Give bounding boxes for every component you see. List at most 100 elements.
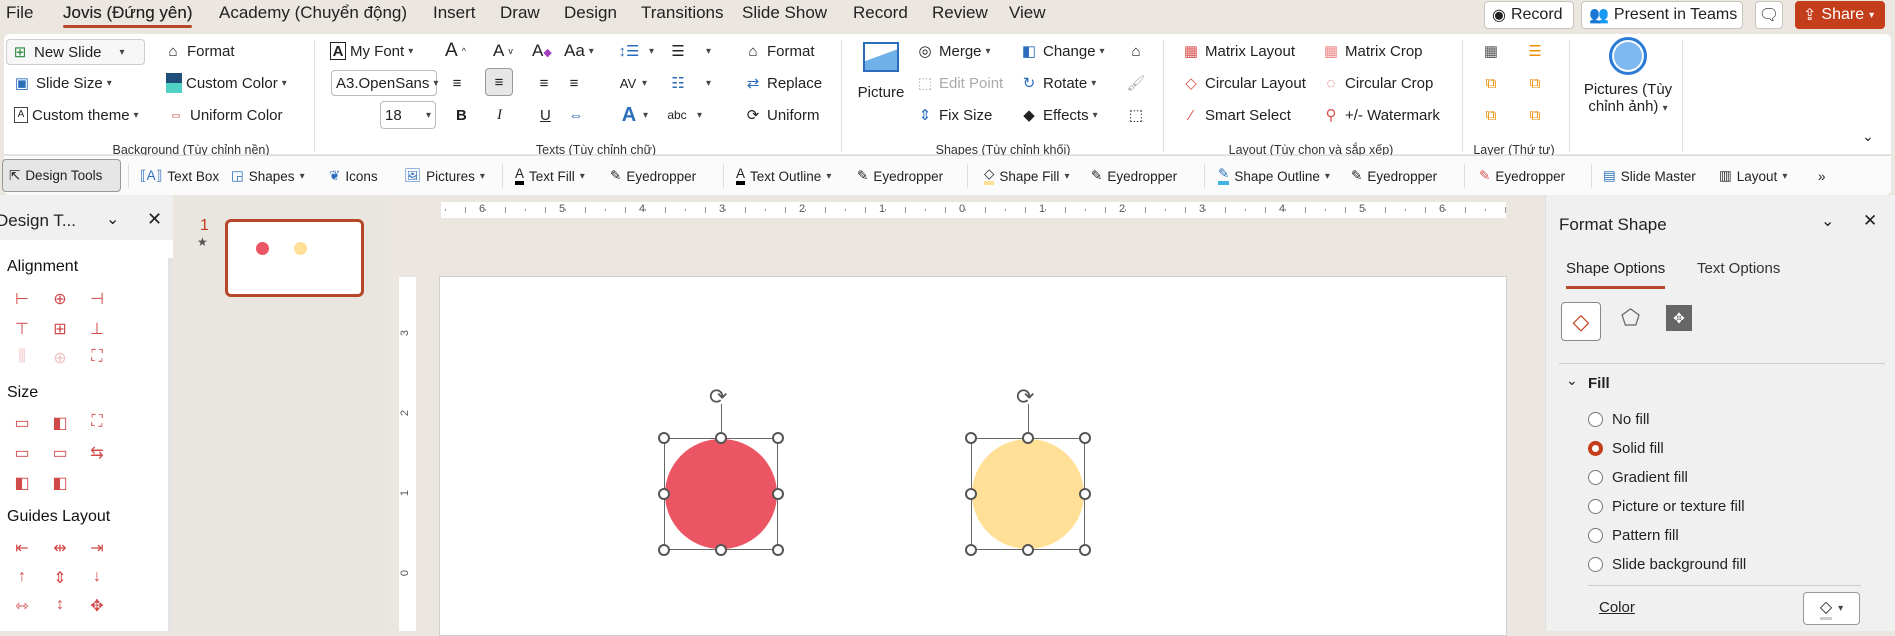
- guide-middle-icon[interactable]: ⇕: [50, 568, 70, 587]
- effects-button[interactable]: ◆ Effects ▾: [1019, 103, 1097, 127]
- character-spacing-button[interactable]: AV ▾: [618, 71, 647, 95]
- spell-check-button[interactable]: abc ▾: [667, 103, 702, 127]
- resize-handle[interactable]: [965, 432, 977, 444]
- resize-handle[interactable]: [965, 488, 977, 500]
- resize-handle[interactable]: [715, 544, 727, 556]
- text-box-button[interactable]: ⟦A⟧ Text Box: [140, 164, 219, 188]
- justify-button[interactable]: ≡: [534, 71, 554, 95]
- bullets-button[interactable]: ☷ ▾: [668, 71, 711, 95]
- shape-fill-eyedropper-button[interactable]: ✎ Eyedropper: [1091, 164, 1177, 188]
- text-effects-button[interactable]: A ▾: [619, 103, 648, 127]
- text-box-fit-button[interactable]: ⇔: [566, 103, 586, 127]
- clear-formatting-button[interactable]: A◆: [532, 39, 552, 63]
- tab-file[interactable]: File: [6, 3, 33, 23]
- tab-transitions[interactable]: Transitions: [641, 3, 724, 23]
- tab-review[interactable]: Review: [932, 3, 988, 23]
- fill-section-header[interactable]: Fill: [1588, 375, 1610, 392]
- new-slide-button[interactable]: ⊞ New Slide ▾: [6, 39, 145, 65]
- edit-point-button[interactable]: ⬚ Edit Point: [915, 71, 1003, 95]
- tab-academy[interactable]: Academy (Chuyển động): [219, 3, 407, 23]
- radio-button[interactable]: [1588, 557, 1603, 572]
- text-fill-eyedropper-button[interactable]: ✎ Eyedropper: [610, 164, 696, 188]
- shape-outline-button[interactable]: ✎ Shape Outline ▾: [1218, 164, 1330, 188]
- resize-handle[interactable]: [658, 432, 670, 444]
- merge-button[interactable]: ◎ Merge ▾: [915, 39, 990, 63]
- fill-option-slide-background-fill[interactable]: Slide background fill: [1588, 556, 1746, 573]
- selected-shape-red-circle[interactable]: ⟳: [658, 386, 784, 556]
- guide-h-stretch-icon[interactable]: ⇿: [12, 596, 32, 615]
- rotate-button[interactable]: ↻ Rotate ▾: [1019, 71, 1097, 95]
- resize-handle[interactable]: [772, 544, 784, 556]
- guide-both-icon[interactable]: ✥: [87, 596, 107, 615]
- shape-home-button[interactable]: ⌂: [1126, 39, 1146, 63]
- guide-bottom-icon[interactable]: ↓: [87, 568, 107, 586]
- design-tools-button[interactable]: ⇱ Design Tools: [2, 159, 121, 192]
- radio-button[interactable]: [1588, 412, 1603, 427]
- height-bottom-icon[interactable]: ◧: [50, 473, 70, 492]
- my-font-button[interactable]: A My Font ▾: [330, 39, 413, 63]
- watermark-button[interactable]: ⚲ +/- Watermark: [1321, 103, 1440, 127]
- size-properties-icon[interactable]: ✥: [1666, 305, 1692, 331]
- close-pane-icon[interactable]: ✕: [147, 209, 162, 230]
- present-in-teams-button[interactable]: 👥 Present in Teams: [1581, 1, 1743, 29]
- fix-size-button[interactable]: ⇕ Fix Size: [915, 103, 993, 127]
- more-tools-button[interactable]: »: [1818, 164, 1826, 188]
- change-case-button[interactable]: Aa ▾: [564, 39, 594, 63]
- slide-size-button[interactable]: ▣ Slide Size ▾: [12, 71, 112, 95]
- bold-button[interactable]: B: [456, 103, 467, 127]
- pane-scrollbar[interactable]: [168, 258, 173, 631]
- fit-to-slide-icon[interactable]: ⛶: [87, 348, 107, 366]
- text-format-button[interactable]: ⌂ Format: [743, 39, 814, 63]
- numbering-button[interactable]: ☰ ▾: [668, 39, 711, 63]
- shapes-button[interactable]: ◲ Shapes ▾: [231, 164, 305, 188]
- same-size-icon[interactable]: ⛶: [87, 413, 107, 431]
- replace-button[interactable]: ⇄ Replace: [743, 71, 822, 95]
- line-spacing-button[interactable]: ↕☰ ▾: [619, 39, 655, 63]
- selected-shape-yellow-circle[interactable]: ⟳: [965, 386, 1091, 556]
- custom-theme-button[interactable]: A Custom theme ▾: [14, 103, 139, 127]
- radio-button[interactable]: [1588, 528, 1603, 543]
- tab-slide-show[interactable]: Slide Show: [742, 3, 827, 23]
- bring-forward-button[interactable]: ⧉: [1481, 71, 1501, 95]
- collapse-ribbon-button[interactable]: ⌄: [1862, 124, 1874, 148]
- text-outline-button[interactable]: A Text Outline ▾: [736, 164, 831, 188]
- width-left-icon[interactable]: ▭: [12, 443, 32, 462]
- active-tab-label[interactable]: Jovis (Đứng yên): [63, 3, 193, 28]
- fill-option-no-fill[interactable]: No fill: [1588, 411, 1650, 428]
- custom-color-button[interactable]: Custom Color ▾: [166, 71, 287, 95]
- layout-button[interactable]: ▥ Layout ▾: [1719, 164, 1787, 188]
- guide-top-icon[interactable]: ↑: [12, 568, 32, 586]
- uniform-color-button[interactable]: ▭ Uniform Color: [166, 103, 283, 127]
- rotate-handle-icon[interactable]: ⟳: [709, 386, 727, 408]
- close-pane-icon[interactable]: ✕: [1863, 211, 1877, 231]
- slide-canvas[interactable]: ⟳ ⟳: [439, 276, 1507, 636]
- align-bottom-icon[interactable]: ⊥: [87, 319, 107, 338]
- align-middle-icon[interactable]: ⊞: [50, 319, 70, 338]
- resize-handle[interactable]: [1079, 432, 1091, 444]
- align-center-button[interactable]: ≡: [485, 68, 513, 96]
- fill-line-icon[interactable]: ◇: [1561, 302, 1601, 341]
- tab-view[interactable]: View: [1009, 3, 1046, 23]
- align-right-icon[interactable]: ⊣: [87, 289, 107, 308]
- fill-option-gradient-fill[interactable]: Gradient fill: [1588, 469, 1688, 486]
- fill-option-pattern-fill[interactable]: Pattern fill: [1588, 527, 1679, 544]
- tab-shape-options[interactable]: Shape Options: [1566, 260, 1666, 289]
- icons-button[interactable]: ❦ Icons: [329, 164, 378, 188]
- resize-handle[interactable]: [715, 432, 727, 444]
- increase-font-size-button[interactable]: A ^: [445, 39, 466, 63]
- guide-v-stretch-icon[interactable]: ↕: [50, 596, 70, 614]
- share-button[interactable]: ⇪ Share ▾: [1795, 1, 1885, 29]
- distribute-horizontal-icon[interactable]: ⫼: [12, 348, 32, 366]
- eyedropper-button[interactable]: ✎ Eyedropper: [1479, 164, 1565, 188]
- resize-handle[interactable]: [1079, 488, 1091, 500]
- record-button[interactable]: ◉ Record: [1484, 1, 1574, 29]
- bring-to-front-button[interactable]: ⧉: [1481, 103, 1501, 127]
- resize-handle[interactable]: [965, 544, 977, 556]
- align-top-icon[interactable]: ⊤: [12, 319, 32, 338]
- format-painter-button[interactable]: 🖌: [1126, 71, 1146, 95]
- tab-design[interactable]: Design: [564, 3, 617, 23]
- uniform-button[interactable]: ⟳ Uniform: [743, 103, 820, 127]
- align-left-icon[interactable]: ⊢: [12, 289, 32, 308]
- matrix-crop-button[interactable]: ▦ Matrix Crop: [1321, 39, 1423, 63]
- shape-outline-eyedropper-button[interactable]: ✎ Eyedropper: [1351, 164, 1437, 188]
